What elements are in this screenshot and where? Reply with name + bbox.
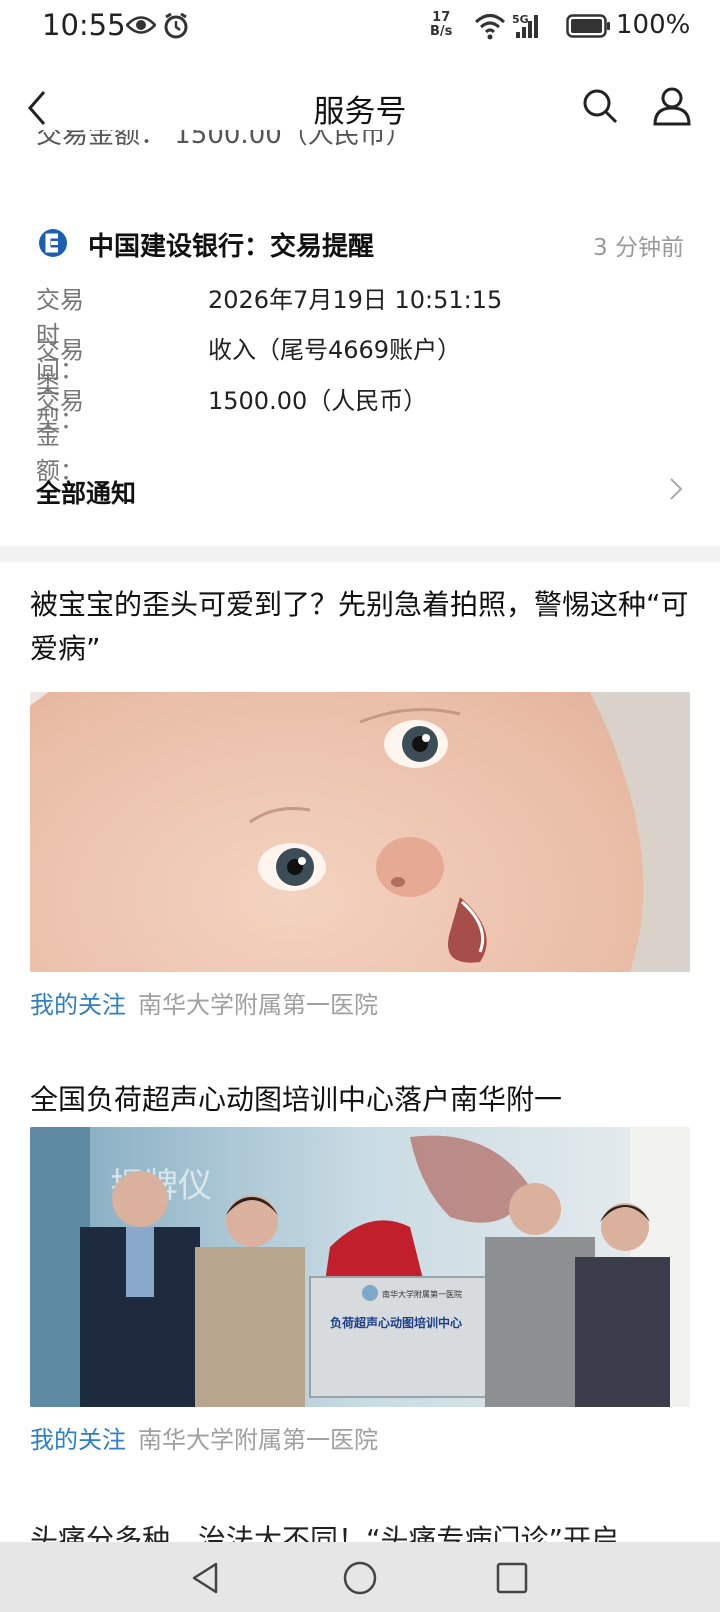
section-divider (0, 546, 720, 562)
article-title[interactable]: 头痛分多种，治法大不同！“头痛专病门诊”开启 (30, 1518, 690, 1542)
eye-icon (126, 16, 156, 34)
search-icon[interactable] (580, 86, 620, 126)
ceremony-photo[interactable]: 揭牌仪 南华大学附属第一医院 负荷超声心动图培训中心 (30, 1127, 690, 1407)
follow-tag[interactable]: 我的关注 (30, 1426, 126, 1454)
article-source[interactable]: 南华大学附属第一医院 (138, 1426, 378, 1454)
article-title[interactable]: 全国负荷超声心动图培训中心落户南华附一 (30, 1078, 690, 1122)
svg-text:5G: 5G (512, 13, 529, 26)
follow-tag[interactable]: 我的关注 (30, 991, 126, 1019)
bank-notice-time: 3 分钟前 (593, 235, 684, 261)
article-meta: 我的关注 南华大学附属第一医院 (30, 985, 378, 1020)
article-meta: 我的关注 南华大学附属第一医院 (30, 1420, 378, 1455)
wifi-icon (474, 14, 506, 40)
chevron-right-icon[interactable] (668, 476, 684, 502)
article-source[interactable]: 南华大学附属第一医院 (138, 991, 378, 1019)
network-speed: 17 B/s (430, 10, 453, 39)
back-triangle-icon[interactable] (188, 1560, 224, 1596)
bank-notice-header[interactable]: 中国建设银行：交易提醒 3 分钟前 (38, 224, 684, 264)
cut-off-text: 交易金额： 1500.00（人民币） (36, 130, 412, 150)
battery-percent: 100% (616, 10, 691, 40)
baby-photo[interactable] (30, 692, 690, 972)
home-circle-icon[interactable] (342, 1560, 378, 1596)
ccb-logo-icon (39, 229, 67, 257)
svg-text:负荷超声心动图培训中心: 负荷超声心动图培训中心 (330, 1315, 462, 1330)
svg-text:南华大学附属第一医院: 南华大学附属第一医院 (382, 1289, 462, 1299)
recents-square-icon[interactable] (494, 1560, 530, 1596)
user-icon[interactable] (650, 84, 694, 128)
all-notices-link[interactable]: 全部通知 (36, 474, 136, 510)
bank-notice-title: 中国建设银行：交易提醒 (88, 232, 375, 262)
system-nav-bar (0, 1542, 720, 1612)
status-time: 10:55 (42, 8, 126, 42)
status-bar: 10:55 17 B/s 5G 100% (0, 0, 720, 56)
signal-icon: 5G (512, 13, 538, 38)
battery-icon (566, 14, 610, 38)
alarm-icon (164, 12, 188, 39)
article-title[interactable]: 被宝宝的歪头可爱到了？先别急着拍照，警惕这种“可爱病” (30, 583, 690, 671)
